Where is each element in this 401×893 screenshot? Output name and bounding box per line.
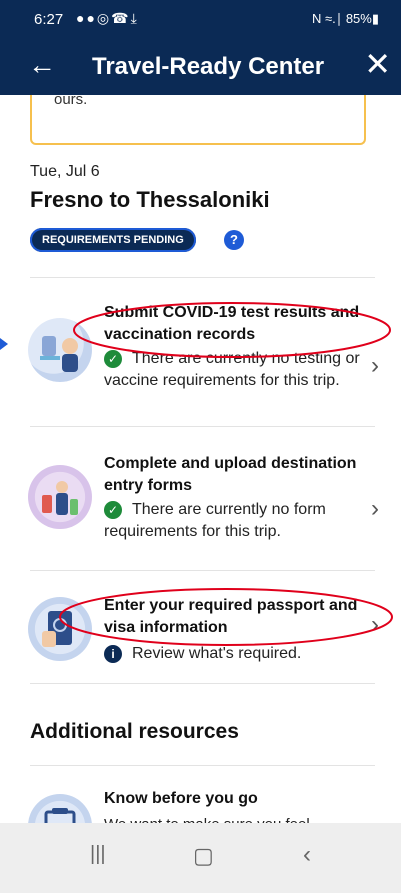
close-icon[interactable]: ✕ <box>364 46 391 82</box>
resource-title: Know before you go <box>104 790 258 807</box>
status-bar: 6:27 ●●◎☎⤓ N ≈.∣ 85%▮ <box>0 0 401 40</box>
checklist-illustration-icon <box>28 794 92 823</box>
chevron-right-icon[interactable]: › <box>371 816 379 823</box>
app-header: ← Travel-Ready Center ✕ <box>0 40 401 95</box>
section-heading: Additional resources <box>30 720 239 743</box>
notification-icons: ●●◎☎⤓ <box>76 10 139 26</box>
status-time: 6:27 <box>34 11 64 28</box>
task-description: ✓ There are currently no form requirement… <box>104 501 326 540</box>
page-title: Travel-Ready Center <box>92 53 325 80</box>
pointer-arrow-icon <box>0 338 8 350</box>
resource-know-before-you-go[interactable]: Know before you go We want to make sure … <box>0 766 401 823</box>
task-title: Complete and upload destination entry fo… <box>104 455 357 494</box>
trip-date: Tue, Jul 6 <box>30 163 100 180</box>
red-circle-annotation <box>59 588 393 646</box>
back-arrow-icon[interactable]: ← <box>28 48 56 82</box>
status-right-icons: N ≈.∣ 85%▮ <box>311 11 379 26</box>
resource-description: We want to make sure you feel <box>104 814 370 823</box>
system-nav-bar: ||| ▢ ‹ <box>0 823 401 893</box>
check-icon: ✓ <box>104 501 122 519</box>
recent-apps-icon[interactable]: ||| <box>90 843 106 866</box>
trip-route: Fresno to Thessaloniki <box>30 187 270 212</box>
notice-text: ours. <box>54 95 88 108</box>
home-icon[interactable]: ▢ <box>193 843 214 869</box>
task-entry-forms[interactable]: Complete and upload destination entry fo… <box>0 427 401 549</box>
red-circle-annotation <box>73 302 391 358</box>
status-badge: REQUIREMENTS PENDING <box>30 228 196 252</box>
divider <box>30 683 375 684</box>
back-icon[interactable]: ‹ <box>303 841 311 869</box>
notice-card: ours. <box>30 95 366 145</box>
help-icon[interactable]: ? <box>224 230 244 250</box>
chevron-right-icon[interactable]: › <box>371 495 379 523</box>
scroll-content[interactable]: ours. Tue, Jul 6 Fresno to Thessaloniki … <box>0 95 401 823</box>
entry-forms-illustration-icon <box>28 465 92 529</box>
